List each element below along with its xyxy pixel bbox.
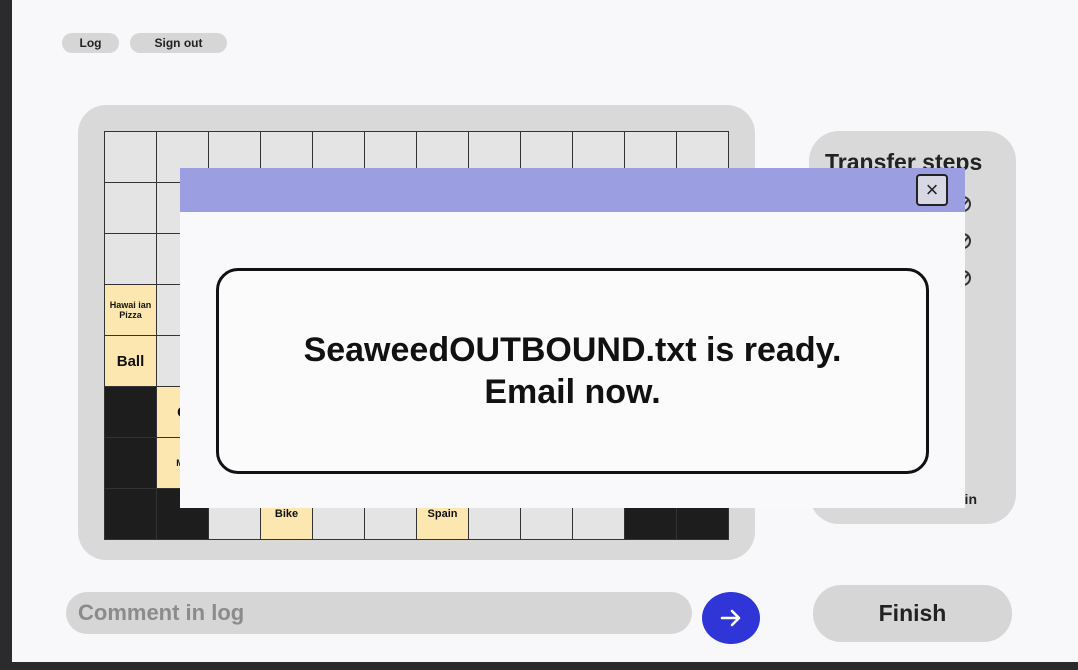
send-comment-button[interactable] <box>702 592 760 644</box>
blocked-cell <box>105 387 157 438</box>
file-ready-dialog: × SeaweedOUTBOUND.txt is ready. Email no… <box>180 168 965 508</box>
grid-cell[interactable] <box>105 132 157 183</box>
word-tile[interactable]: Hawai ian Pizza <box>105 285 157 336</box>
sign-out-button[interactable]: Sign out <box>130 33 227 53</box>
grid-cell[interactable] <box>105 183 157 234</box>
close-icon: × <box>925 177 939 202</box>
blocked-cell <box>105 489 157 540</box>
close-dialog-button[interactable]: × <box>916 174 948 206</box>
app-screen: Log Sign out Hawai ian PizzaBallCMeBikeS… <box>12 0 1078 662</box>
dialog-message-line2: Email now. <box>484 373 661 411</box>
arrow-right-icon <box>720 609 741 627</box>
log-button[interactable]: Log <box>62 33 119 53</box>
blocked-cell <box>105 438 157 489</box>
dialog-header: × <box>180 168 965 212</box>
grid-cell[interactable] <box>105 234 157 285</box>
comment-input[interactable]: Comment in log <box>66 592 692 634</box>
word-tile[interactable]: Ball <box>105 336 157 387</box>
dialog-message-box: SeaweedOUTBOUND.txt is ready. Email now. <box>216 268 929 474</box>
dialog-message-line1: SeaweedOUTBOUND.txt is ready. <box>303 331 842 369</box>
finish-button[interactable]: Finish <box>813 585 1012 642</box>
